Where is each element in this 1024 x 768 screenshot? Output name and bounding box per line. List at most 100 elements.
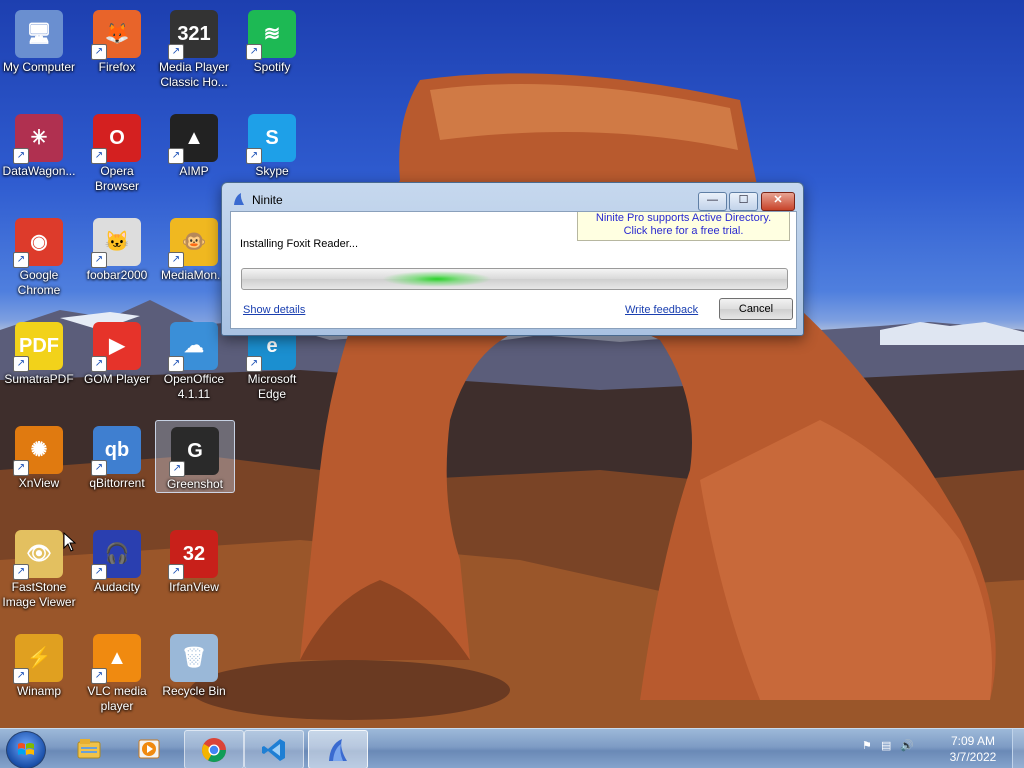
opera-icon: O ↗ — [91, 114, 141, 164]
show-details-link[interactable]: Show details — [243, 304, 305, 316]
promo-line-1[interactable]: Ninite Pro supports Active Directory. — [578, 212, 789, 225]
shortcut-arrow-icon: ↗ — [168, 44, 184, 60]
desktop-icon-computer[interactable]: 🖥 My Computer — [0, 4, 78, 75]
show-desktop-button[interactable] — [1012, 729, 1024, 768]
taskbar-chrome[interactable] — [184, 730, 244, 768]
clock-time: 7:09 AM — [950, 734, 996, 748]
desktop-icon-label: Media Player Classic Ho... — [158, 60, 230, 89]
shortcut-arrow-icon: ↗ — [91, 668, 107, 684]
ninite-icon — [234, 193, 244, 205]
taskbar-vscode[interactable] — [244, 730, 304, 768]
winamp-icon: ⚡ ↗ — [13, 634, 63, 684]
shortcut-arrow-icon: ↗ — [246, 148, 262, 164]
file-explorer-icon — [77, 739, 101, 759]
ninite-client-area: Ninite Pro supports Active Directory. Cl… — [230, 211, 797, 329]
spotify-icon: ≋ ↗ — [246, 10, 296, 60]
desktop-icon-foobar2000[interactable]: 🐱 ↗ foobar2000 — [78, 212, 156, 283]
desktop-icon-aimp[interactable]: ▲ ↗ AIMP — [155, 108, 233, 179]
desktop-icon-label: SumatraPDF — [4, 372, 74, 386]
minimize-button[interactable]: — — [698, 192, 727, 211]
shortcut-arrow-icon: ↗ — [91, 148, 107, 164]
shortcut-arrow-icon: ↗ — [91, 356, 107, 372]
shortcut-arrow-icon: ↗ — [91, 252, 107, 268]
desktop-icon-label: Recycle Bin — [162, 684, 226, 698]
clock-date: 3/7/2022 — [949, 750, 997, 764]
desktop-icon-label: Spotify — [253, 60, 291, 74]
desktop-icon-chrome[interactable]: ◉ ↗ Google Chrome — [0, 212, 78, 298]
shortcut-arrow-icon: ↗ — [168, 252, 184, 268]
network-icon[interactable]: ▤ — [881, 740, 891, 752]
pro-promo-banner[interactable]: Ninite Pro supports Active Directory. Cl… — [577, 212, 790, 241]
sumatrapdf-icon: PDF ↗ — [13, 322, 63, 372]
write-feedback-link[interactable]: Write feedback — [625, 304, 698, 316]
desktop-icon-label: My Computer — [2, 60, 76, 74]
promo-line-2[interactable]: Click here for a free trial. — [578, 225, 789, 238]
taskbar-clock[interactable]: 7:09 AM 3/7/2022 — [944, 733, 1002, 765]
desktop-icon-label: DataWagon... — [2, 164, 76, 178]
action-center-flag-icon[interactable]: ⚑ — [862, 740, 872, 752]
shortcut-arrow-icon: ↗ — [246, 356, 262, 372]
faststone-icon: 👁 ↗ — [13, 530, 63, 580]
start-button[interactable] — [6, 731, 46, 768]
desktop-icon-label: Google Chrome — [17, 268, 61, 297]
vscode-icon — [262, 739, 285, 761]
desktop-icon-label: OpenOffice 4.1.11 — [163, 372, 225, 401]
shortcut-arrow-icon: ↗ — [246, 44, 262, 60]
desktop-icon-label: IrfanView — [169, 580, 219, 594]
media-player-icon — [138, 739, 160, 759]
desktop-icon-audacity[interactable]: 🎧 ↗ Audacity — [78, 524, 156, 595]
desktop-icon-label: qBittorrent — [89, 476, 145, 490]
audacity-icon: 🎧 ↗ — [91, 530, 141, 580]
desktop-icon-label: foobar2000 — [86, 268, 148, 282]
taskbar-media-player[interactable] — [120, 730, 178, 767]
desktop-icon-gom-player[interactable]: ▶ ↗ GOM Player — [78, 316, 156, 387]
shortcut-arrow-icon: ↗ — [168, 564, 184, 580]
shortcut-arrow-icon: ↗ — [13, 564, 29, 580]
ninite-titlebar[interactable]: Ninite — ☐ ✕ — [222, 183, 803, 211]
skype-icon: S ↗ — [246, 114, 296, 164]
shortcut-arrow-icon: ↗ — [169, 461, 185, 477]
recycle-bin-icon: 🗑 — [170, 634, 218, 682]
cancel-button[interactable]: Cancel — [719, 298, 793, 320]
desktop-icon-opera[interactable]: O ↗ Opera Browser — [78, 108, 156, 194]
shortcut-arrow-icon: ↗ — [91, 460, 107, 476]
desktop-icon-recycle-bin[interactable]: 🗑 Recycle Bin — [155, 628, 233, 699]
desktop-icon-vlc[interactable]: ▲ ↗ VLC media player — [78, 628, 156, 714]
volume-icon[interactable]: 🔊 — [900, 740, 914, 752]
desktop-icon-label: VLC media player — [87, 684, 147, 713]
desktop-icon-firefox[interactable]: 🦊 ↗ Firefox — [78, 4, 156, 75]
qbittorrent-icon: qb ↗ — [91, 426, 141, 476]
desktop-icon-label: XnView — [18, 476, 60, 490]
desktop-icon-skype[interactable]: S ↗ Skype — [233, 108, 311, 179]
taskbar-file-explorer[interactable] — [60, 730, 118, 767]
desktop-icon-sumatrapdf[interactable]: PDF ↗ SumatraPDF — [0, 316, 78, 387]
shortcut-arrow-icon: ↗ — [168, 148, 184, 164]
desktop-icon-label: Winamp — [16, 684, 61, 698]
desktop-icon-winamp[interactable]: ⚡ ↗ Winamp — [0, 628, 78, 699]
window-title: Ninite — [252, 193, 283, 207]
maximize-button[interactable]: ☐ — [729, 192, 758, 211]
desktop-icon-datawagon[interactable]: ✳ ↗ DataWagon... — [0, 108, 78, 179]
taskbar: ⚑ ▤ 🔊 7:09 AM 3/7/2022 — [0, 728, 1024, 768]
desktop-icon-label: AIMP — [179, 164, 209, 178]
shortcut-arrow-icon: ↗ — [13, 668, 29, 684]
desktop-icon-media-player-classic[interactable]: 321 ↗ Media Player Classic Ho... — [155, 4, 233, 90]
close-button[interactable]: ✕ — [761, 192, 795, 211]
recycle-bin-glyph: 🗑 — [181, 646, 207, 669]
desktop-icon-xnview[interactable]: ✺ ↗ XnView — [0, 420, 78, 491]
desktop-icon-greenshot[interactable]: G ↗ Greenshot — [155, 420, 235, 493]
chrome-icon: ◉ ↗ — [13, 218, 63, 268]
datawagon-icon: ✳ ↗ — [13, 114, 63, 164]
progress-marquee-glow — [382, 271, 492, 287]
shortcut-arrow-icon: ↗ — [13, 356, 29, 372]
desktop-icon-spotify[interactable]: ≋ ↗ Spotify — [233, 4, 311, 75]
xnview-icon: ✺ ↗ — [13, 426, 63, 476]
foobar2000-icon: 🐱 ↗ — [91, 218, 141, 268]
openoffice-icon: ☁ ↗ — [168, 322, 218, 372]
desktop-icon-label: GOM Player — [83, 372, 150, 386]
desktop-icon-qbittorrent[interactable]: qb ↗ qBittorrent — [78, 420, 156, 491]
shortcut-arrow-icon: ↗ — [13, 148, 29, 164]
desktop-icon-irfanview[interactable]: 32 ↗ IrfanView — [155, 524, 233, 595]
desktop-icon-label: Opera Browser — [94, 164, 139, 193]
taskbar-ninite[interactable] — [308, 730, 368, 768]
